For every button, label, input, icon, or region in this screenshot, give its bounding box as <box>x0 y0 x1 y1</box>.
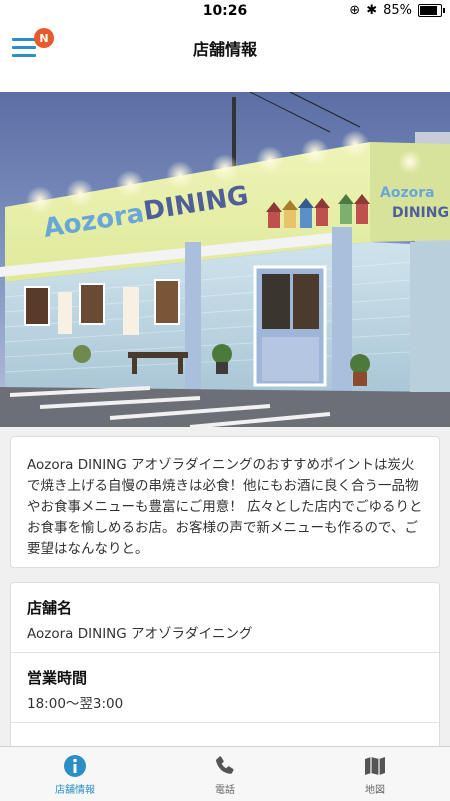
orientation-lock-icon: ⊕ <box>349 3 361 18</box>
hours-value: 18:00〜翌3:00 <box>27 696 124 712</box>
store-name-section: 店舗名 Aozora DINING アオゾラダイニング <box>11 583 439 653</box>
description-card: Aozora DINING アオゾラダイニングのおすすめポイントは炭火で焼き上げ… <box>10 436 440 568</box>
bluetooth-icon: ✱ <box>366 3 378 18</box>
svg-text:Aozora: Aozora <box>380 185 435 201</box>
map-icon <box>362 753 388 779</box>
store-description: Aozora DINING アオゾラダイニングのおすすめポイントは炭火で焼き上げ… <box>27 457 423 557</box>
phone-icon <box>212 753 238 779</box>
navigation-bar: N 店舗情報 <box>0 22 450 93</box>
status-indicators: ⊕ ✱ 85% <box>349 3 445 18</box>
status-bar: 10:26 ⊕ ✱ 85% <box>0 0 450 22</box>
battery-icon <box>418 4 445 17</box>
tab-phone[interactable]: 電話 <box>150 747 300 801</box>
battery-percent: 85% <box>383 3 412 18</box>
store-info-card: 店舗名 Aozora DINING アオゾラダイニング 営業時間 18:00〜翌… <box>10 582 440 752</box>
battery-level <box>420 6 437 15</box>
tab-map[interactable]: 地図 <box>300 747 450 801</box>
store-name-label: 店舗名 <box>27 599 73 617</box>
svg-text:DINING: DINING <box>392 205 449 221</box>
hours-section: 営業時間 18:00〜翌3:00 <box>11 653 439 723</box>
tab-label: 電話 <box>215 784 235 796</box>
tab-store-info[interactable]: 店舗情報 <box>0 747 150 801</box>
info-icon <box>62 753 88 779</box>
tab-label: 店舗情報 <box>55 784 95 796</box>
bottom-tab-bar: 店舗情報 電話 地図 <box>0 746 450 801</box>
store-photo: Aozora DINING Aozora DINING <box>0 92 450 427</box>
page-title: 店舗情報 <box>192 40 257 59</box>
store-name-value: Aozora DINING アオゾラダイニング <box>27 626 253 642</box>
tab-label: 地図 <box>365 784 385 796</box>
hours-label: 営業時間 <box>27 669 88 687</box>
